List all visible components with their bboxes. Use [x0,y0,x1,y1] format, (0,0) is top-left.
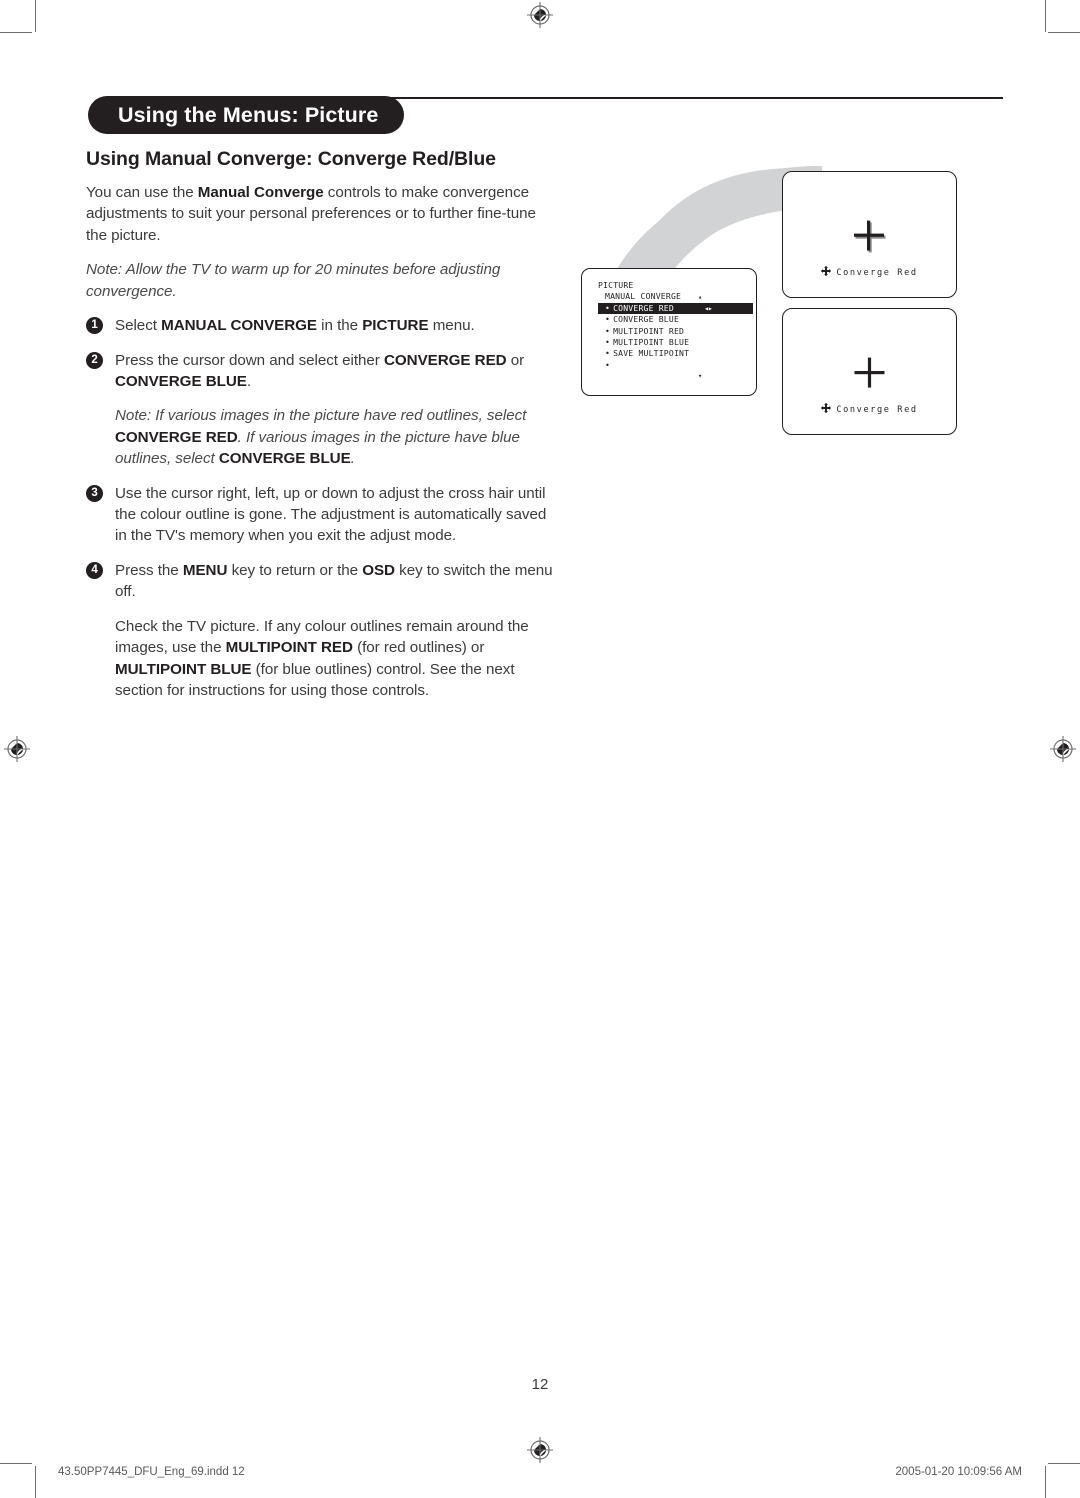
illustration-group: PICTURE MANUAL CONVERGE ▴ • CONVERGE RED ◂▸… [560,160,990,460]
step-3: 3 Use the cursor right, left, up or down … [86,483,556,547]
step-1: 1 Select MANUAL CONVERGE in the PICTURE m… [86,315,556,336]
footer-timestamp: 2005-01-20 10:09:56 AM [895,1466,1022,1478]
step-3-text: Use the cursor right, left, up or down t… [115,484,547,545]
osd-bullet-icon: • [605,325,611,336]
intro-text-1: You can use the [86,184,198,201]
step-2-text-3: . [246,372,252,390]
page-number: 12 [531,1376,549,1393]
crosshair-misconverged-icon [853,220,885,253]
osd-adjust-arrows-icon: ◂▸ [704,302,713,313]
step-1-text-3: menu. [428,317,475,335]
content-column: Using Manual Converge: Converge Red/Blue… [86,148,556,714]
step-1-bold-picture: PICTURE [362,317,429,335]
osd-item-label: MULTIPOINT RED [613,325,685,336]
note-step2-bold-converge-blue: CONVERGE BLUE [218,450,351,468]
osd-bullet-icon: • [605,337,611,348]
step-4-text-1: Press the [115,561,183,579]
tv-preview-b-label: Converge Red [783,403,956,416]
step-2-bold-converge-red: CONVERGE RED [383,351,507,369]
osd-submenu-label: MANUAL CONVERGE [605,291,682,302]
intro-paragraph: You can use the Manual Converge controls… [86,182,556,246]
osd-menu-panel: PICTURE MANUAL CONVERGE ▴ • CONVERGE RED ◂▸… [581,268,757,396]
osd-item-label: MULTIPOINT BLUE [613,337,690,348]
footer-filename: 43.50PP7445_DFU_Eng_69.indd 12 [58,1466,245,1478]
osd-item-multipoint-blue[interactable]: • MULTIPOINT BLUE [598,337,756,348]
step-4-text-2: key to return or the [227,561,363,579]
crosshair-converged-icon [854,357,884,388]
registration-mark-left [4,736,30,762]
note-red-blue-outlines: Note: If various images in the picture h… [86,405,556,469]
crop-mark-top-right-vertical [1045,0,1046,32]
osd-bullet-icon: • [605,314,611,325]
page-header-banner: Using the Menus: Picture [88,96,405,134]
registration-mark-right [1050,736,1076,762]
osd-item-label: CONVERGE RED [613,302,674,313]
osd-item-label: SAVE MULTIPOINT [613,348,690,359]
osd-item-save-multipoint[interactable]: • SAVE MULTIPOINT [598,348,756,359]
osd-item-converge-red[interactable]: • CONVERGE RED ◂▸ [598,302,753,315]
closing-bold-multipoint-blue: MULTIPOINT BLUE [115,660,252,678]
step-1-text-2: in the [317,317,363,335]
step-4-bold-menu: MENU [182,561,228,579]
step-3-number: 3 [86,484,103,502]
step-4-bold-osd: OSD [362,561,395,579]
closing-text-2: (for red outlines) or [352,639,485,657]
section-title: Using Manual Converge: Converge Red/Blue [86,148,496,170]
print-footer: 43.50PP7445_DFU_Eng_69.indd 12 2005-01-2… [0,1466,1080,1486]
registration-mark-bottom [527,1437,553,1463]
osd-menu-title: PICTURE [598,280,634,290]
closing-paragraph: Check the TV picture. If any colour outl… [86,616,556,702]
registration-mark-top [527,2,553,28]
crop-mark-top-right-horizontal [1048,32,1080,33]
note-step2-text-3: . [350,450,355,468]
osd-trailing-bullet: • [605,359,611,370]
tv-preview-a-text: Converge Red [836,268,918,278]
tv-preview-converged: Converge Red [782,308,957,435]
note-warmup: Note: Allow the TV to warm up for 20 min… [86,261,501,300]
step-2-bold-converge-blue: CONVERGE BLUE [115,372,247,390]
step-4: 4 Press the MENU key to return or the OSD… [86,560,556,603]
tv-preview-a-label: Converge Red [783,266,956,279]
step-1-text-1: Select [115,317,162,335]
four-way-cursor-icon [821,403,832,416]
page-title: Using the Menus: Picture [118,102,379,127]
crop-mark-top-left-vertical [35,0,36,32]
intro-bold-manual-converge: Manual Converge [197,184,324,201]
step-2-text-1: Press the cursor down and select either [115,351,384,369]
crop-mark-bottom-right-horizontal [1048,1463,1080,1464]
four-way-cursor-icon [821,266,832,279]
osd-item-converge-blue[interactable]: • CONVERGE BLUE [598,314,756,325]
closing-bold-multipoint-red: MULTIPOINT RED [225,639,353,657]
note-step2-bold-converge-red: CONVERGE RED [115,428,238,446]
osd-item-multipoint-red[interactable]: • MULTIPOINT RED [598,326,756,337]
tv-preview-b-text: Converge Red [836,405,918,415]
osd-down-arrow-icon: ▾ [698,372,703,381]
crop-mark-top-left-horizontal [0,32,32,33]
osd-item-label: CONVERGE BLUE [613,314,680,325]
step-2-number: 2 [86,351,103,369]
osd-bullet-icon: • [605,302,611,313]
step-4-number: 4 [86,561,103,579]
crop-mark-bottom-left-horizontal [0,1463,32,1464]
osd-submenu-title: MANUAL CONVERGE ▴ [598,291,756,302]
step-1-number: 1 [86,317,103,335]
osd-bullet-icon: • [605,348,611,359]
note-step2-text-1: Note: If various images in the picture h… [115,407,527,425]
step-2: 2 Press the cursor down and select either… [86,350,556,393]
step-2-text-2: or [506,351,525,369]
step-1-bold-manual-converge: MANUAL CONVERGE [161,317,318,335]
document-page: Using the Menus: Picture Using Manual Co… [0,0,1080,1498]
tv-preview-misconverged: Converge Red [782,171,957,298]
